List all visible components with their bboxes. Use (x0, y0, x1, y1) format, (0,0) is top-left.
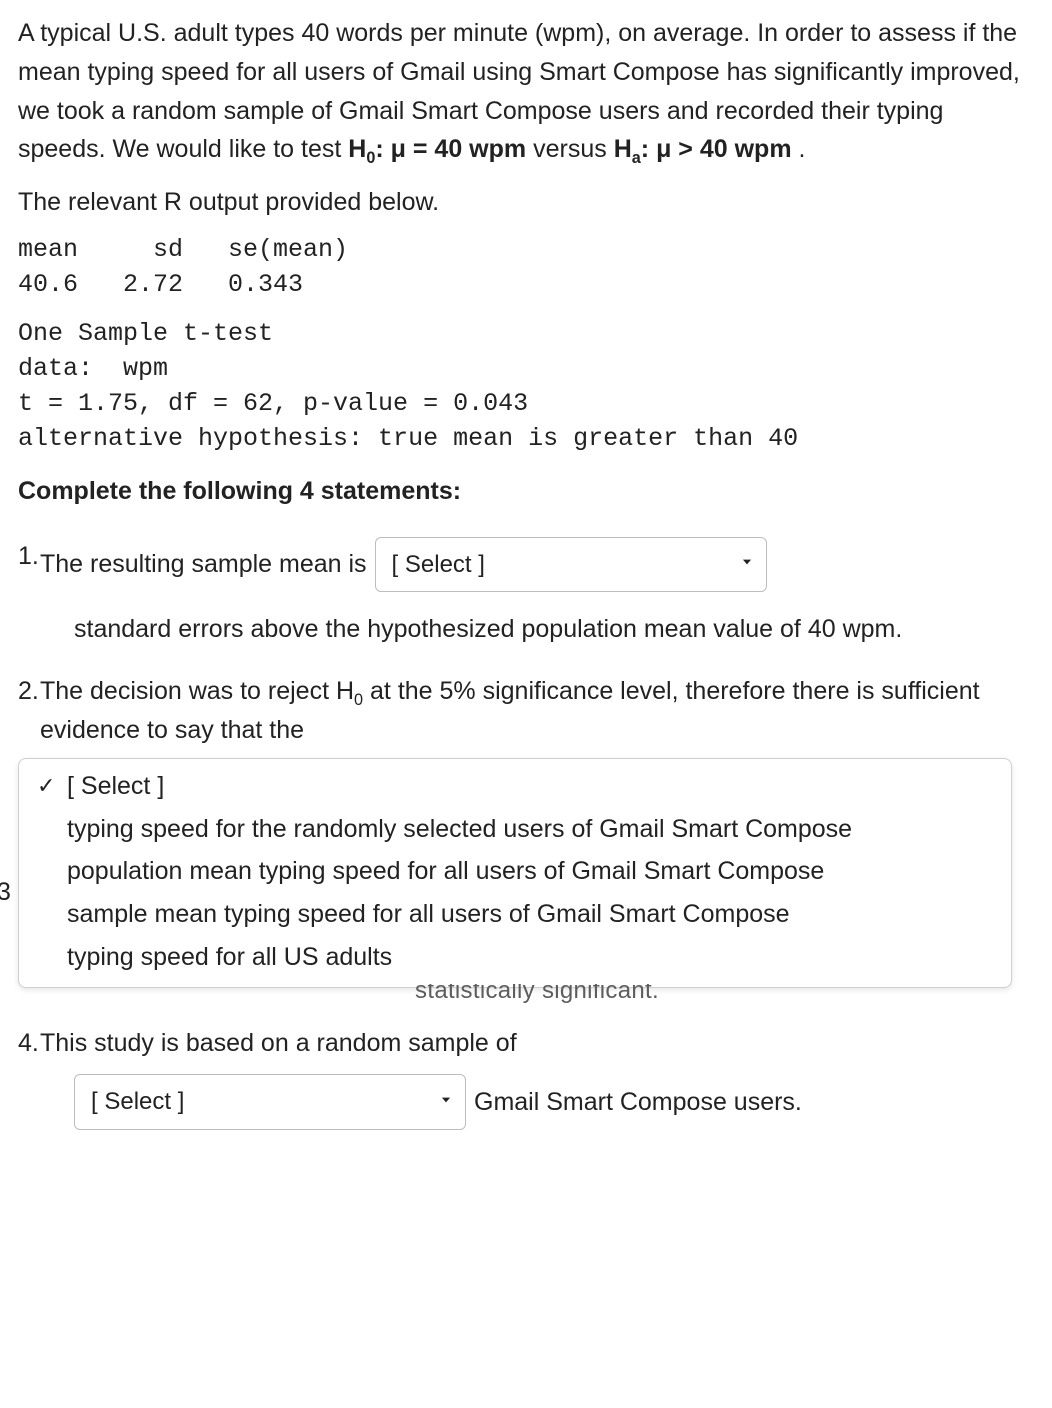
s4-after: Gmail Smart Compose users. (474, 1083, 802, 1122)
intro-paragraph: A typical U.S. adult types 40 words per … (18, 14, 1034, 169)
list-number: 1. (18, 537, 39, 576)
s2-dropdown-open[interactable]: 3 ✓ [ Select ] typing speed for the rand… (18, 758, 1012, 988)
s2-line1: The decision was to reject H0 at the 5% … (40, 677, 980, 744)
r-output-stats: mean sd se(mean) 40.6 2.72 0.343 (18, 232, 1034, 302)
versus: versus (533, 135, 614, 163)
s4-select[interactable]: [ Select ] (74, 1074, 466, 1129)
select-placeholder: [ Select ] (392, 546, 485, 583)
r-output-ttest: One Sample t-test data: wpm t = 1.75, df… (18, 316, 1034, 456)
statement-1: 1. The resulting sample mean is [ Select… (40, 537, 1034, 649)
dropdown-option-selected[interactable]: ✓ [ Select ] (29, 765, 1001, 808)
h0: H0: μ = 40 wpm (348, 135, 533, 163)
dropdown-option[interactable]: population mean typing speed for all use… (29, 850, 1001, 893)
chevron-down-icon (439, 1093, 453, 1111)
statement-2: 2. The decision was to reject H0 at the … (40, 672, 1034, 1005)
ha: Ha: μ > 40 wpm (614, 135, 799, 163)
s1-before: The resulting sample mean is (40, 545, 367, 584)
statements-list: 1. The resulting sample mean is [ Select… (18, 537, 1034, 1130)
s1-select[interactable]: [ Select ] (375, 537, 767, 592)
dropdown-option[interactable]: typing speed for all US adults (29, 936, 1001, 979)
check-icon: ✓ (37, 769, 55, 803)
chevron-down-icon (740, 555, 754, 573)
dropdown-option[interactable]: typing speed for the randomly selected u… (29, 808, 1001, 851)
list-number: 2. (18, 672, 39, 711)
list-number-3: 3 (0, 873, 11, 912)
s4-before: This study is based on a random sample o… (40, 1029, 517, 1057)
prompt-heading: Complete the following 4 statements: (18, 472, 1034, 511)
list-number: 4. (18, 1024, 39, 1063)
r-output-intro: The relevant R output provided below. (18, 183, 1034, 222)
s1-after: standard errors above the hypothesized p… (40, 610, 1034, 649)
dropdown-option[interactable]: sample mean typing speed for all users o… (29, 893, 1001, 936)
statement-4: 4. This study is based on a random sampl… (40, 1024, 1034, 1130)
select-placeholder: [ Select ] (91, 1083, 184, 1120)
